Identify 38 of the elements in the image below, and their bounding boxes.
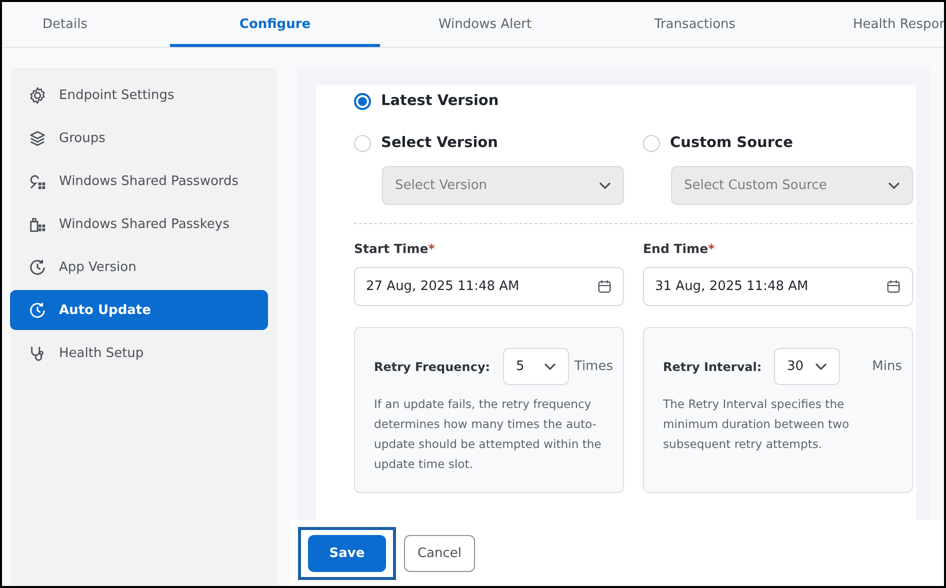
sidebar-item[interactable]: Windows Shared Passkeys [10, 204, 268, 244]
calendar-icon [886, 279, 901, 294]
date-time-field[interactable]: 27 Aug, 2025 11:48 AM [354, 267, 624, 306]
clock-icon [28, 300, 47, 320]
gear-icon [28, 86, 47, 104]
cancel-button[interactable]: Cancel [404, 534, 475, 572]
unit-label: Mins [872, 359, 902, 374]
tab[interactable]: Transactions [590, 2, 800, 47]
date-time-field[interactable]: 31 Aug, 2025 11:48 AM [643, 267, 913, 306]
tab[interactable]: Windows Alert [380, 2, 590, 47]
sidebar-item[interactable]: Groups [10, 118, 268, 158]
chevron-down-icon [888, 182, 900, 190]
description-text: If an update fails, the retry frequency determines how many times the auto-update should be attempted within the update time slot. [374, 396, 602, 473]
number-dropdown[interactable]: 5 [503, 348, 569, 385]
chevron-down-icon [544, 362, 556, 370]
chevron-down-icon [599, 182, 611, 190]
field-label: Start Time* [354, 241, 436, 256]
clock-icon [28, 258, 47, 276]
number-dropdown[interactable]: 30 [774, 348, 840, 385]
calendar-icon [597, 279, 612, 294]
radio-button[interactable] [354, 92, 371, 110]
radio-option[interactable]: Custom Source [643, 131, 913, 155]
sidebar-item[interactable]: Endpoint Settings [10, 75, 268, 115]
tab[interactable]: Details [2, 2, 170, 47]
retry-label: Retry Interval: [663, 360, 763, 374]
radio-option[interactable]: Latest Version [354, 89, 499, 113]
sidebar-item[interactable]: Health Setup [10, 333, 268, 373]
sidebar-item[interactable]: Auto Update [10, 290, 268, 330]
layers-icon [28, 128, 47, 148]
unit-label: Times [574, 359, 613, 374]
description-text: The Retry Interval specifies the minimum duration between two subsequent retry attempts. [663, 396, 850, 453]
chevron-down-icon [815, 362, 827, 370]
radio-option[interactable]: Select Version [354, 131, 624, 155]
sidebar-item[interactable]: Windows Shared Passwords [10, 161, 268, 201]
retry-label: Retry Frequency: [374, 360, 492, 374]
sidebar-item[interactable]: App Version [10, 247, 268, 287]
save-button[interactable]: Save [308, 534, 386, 572]
field-label: End Time* [643, 241, 716, 256]
